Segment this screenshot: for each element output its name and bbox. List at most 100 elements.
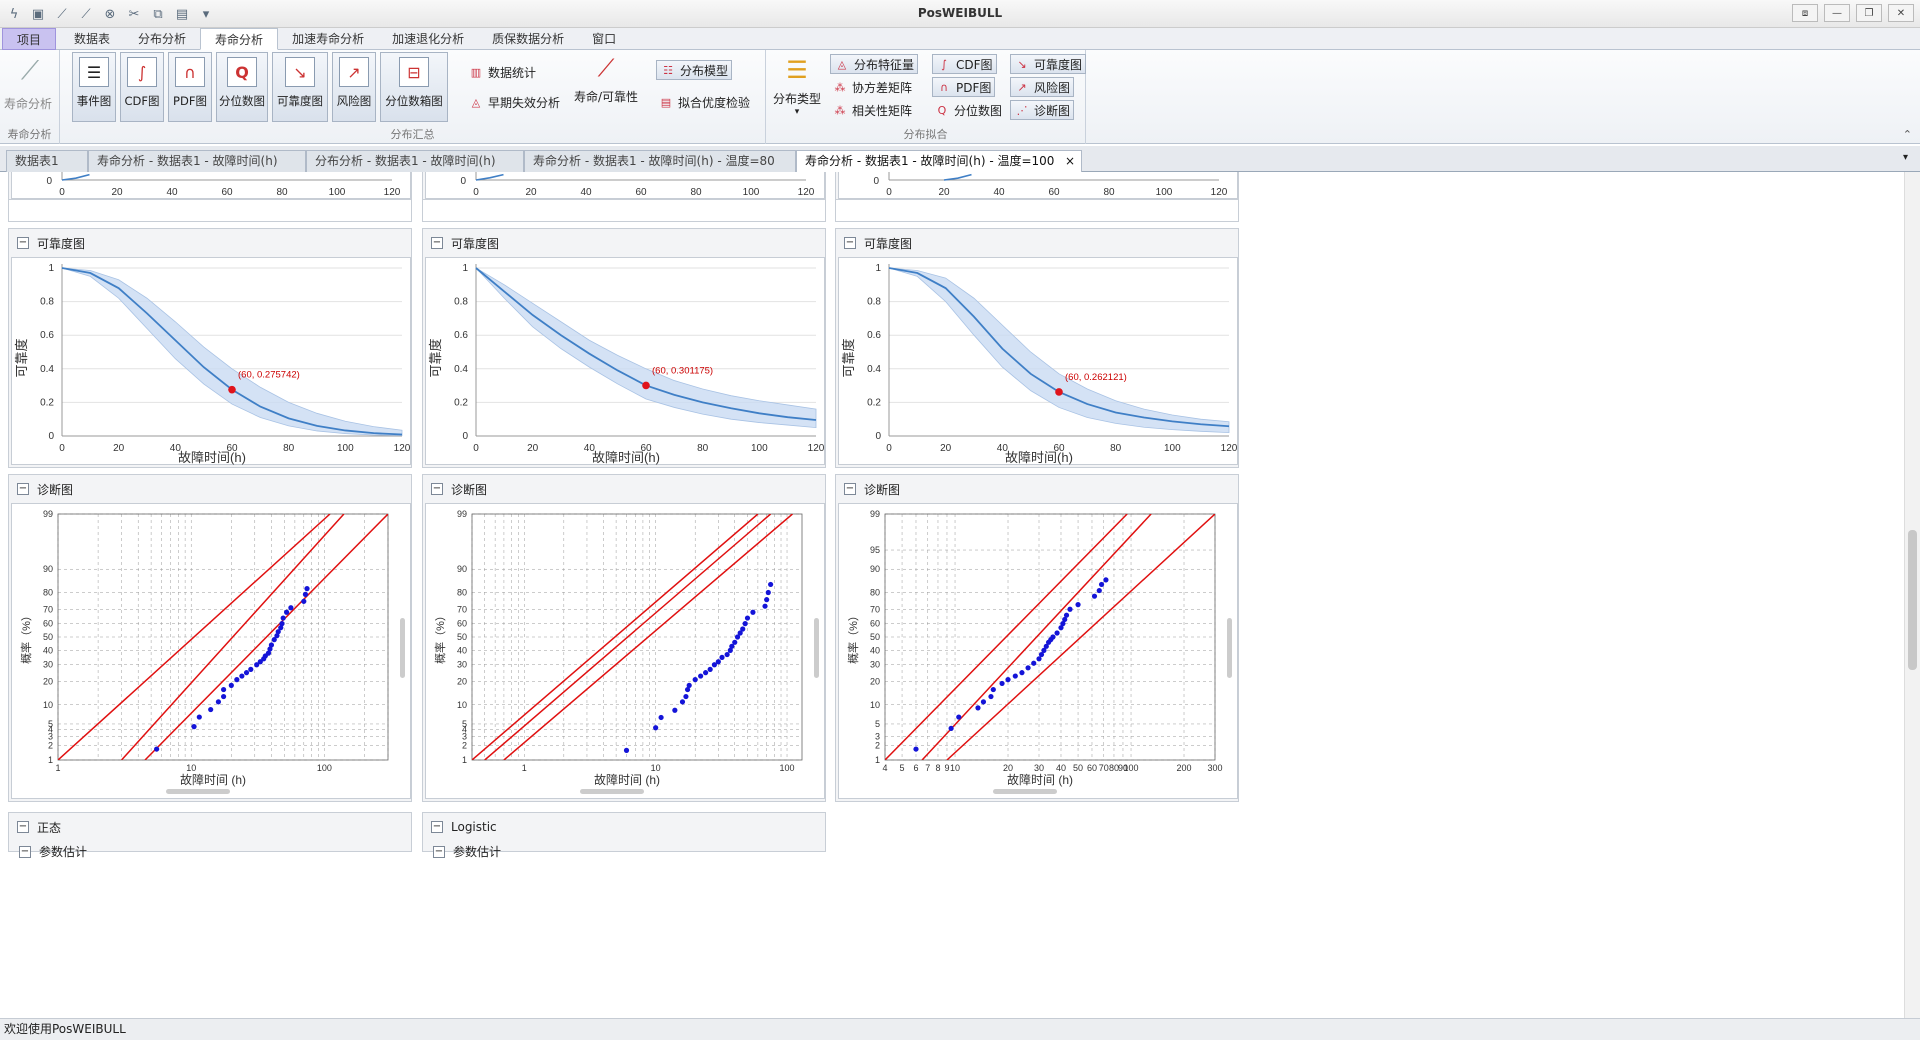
parameter-estimate-subpanel: − 参数估计 [433,843,501,860]
data-point [715,659,721,665]
restore-layout-icon[interactable]: ⧈ [1792,4,1818,22]
chart-horizontal-scroll-thumb[interactable] [166,789,230,794]
x-tick-label: 20 [938,187,950,198]
y-tick-label: 2 [48,741,53,751]
collapse-ribbon-icon[interactable]: ⌃ [1903,128,1912,141]
minimize-icon[interactable]: — [1824,4,1850,22]
pdf-plot-button[interactable]: ∩ PDF图 [168,52,212,122]
life-reliability-button[interactable]: ⟋ 寿命/可靠性 [570,54,642,105]
doc-tab-life-analysis[interactable]: 寿命分析 - 数据表1 - 故障时间(h) [88,150,306,172]
report-content: 0 20 40 60 80 100 120 0− 可靠度图 0 0.2 0.4 0.6 0.8 1 0 20 40… [0,172,1904,1018]
quantile-plot-button[interactable]: Q 分位数图 [216,52,268,122]
fit-pdf-button[interactable]: ∩ PDF图 [932,77,996,97]
parameter-estimate-subpanel: − 参数估计 [19,843,87,860]
cdf-plot-button[interactable]: ∫ CDF图 [120,52,164,122]
y-tick-label: 70 [870,604,880,614]
data-point [765,589,771,596]
collapse-icon[interactable]: − [17,237,29,249]
x-tick-label: 70 [1099,763,1109,773]
data-point [762,603,768,609]
doc-tab-life-analysis-100[interactable]: 寿命分析 - 数据表1 - 故障时间(h) - 温度=100 × [796,150,1082,172]
highlight-point[interactable] [1055,388,1063,396]
collapse-icon[interactable]: − [433,845,445,858]
maximize-icon[interactable]: ❐ [1856,4,1882,22]
vertical-scrollbar[interactable] [1904,172,1920,1018]
tab-life-analysis[interactable]: 寿命分析 [200,28,279,50]
collapse-icon[interactable]: − [17,821,29,833]
x-tick-label: 80 [697,443,709,454]
doc-tab-datatable[interactable]: 数据表1 [6,150,88,172]
goodness-of-fit-button[interactable]: ▤ 拟合优度检验 [658,92,750,112]
data-point [740,626,746,632]
x-tick-label: 4 [882,763,887,773]
correlation-matrix-button[interactable]: ⁂ 相关性矩阵 [832,100,913,120]
chart-vertical-scrollbar[interactable] [812,508,822,788]
y-tick-label: 90 [870,564,880,574]
early-failure-button[interactable]: ◬ 早期失效分析 [468,92,560,112]
y-tick-label: 80 [43,588,53,598]
fit-hazard-button[interactable]: ↗ 风险图 [1010,77,1075,97]
chart-vertical-scroll-thumb[interactable] [400,618,405,678]
y-tick-label: 1 [462,755,467,765]
x-tick-label: 0 [59,187,65,198]
highlight-point[interactable] [228,385,236,394]
quantile-box-plot-button[interactable]: ⊟ 分位数箱图 [380,52,448,122]
tab-list-dropdown-icon[interactable]: ▾ [1903,152,1908,163]
fit-reliability-button[interactable]: ↘ 可靠度图 [1010,54,1087,74]
close-window-icon[interactable]: ✕ [1888,4,1914,22]
tab-distribution[interactable]: 分布分析 [124,28,200,50]
collapse-icon[interactable]: − [19,845,31,858]
vertical-scroll-thumb[interactable] [1908,530,1917,670]
data-point [220,693,227,700]
tab-window[interactable]: 窗口 [578,28,630,50]
data-point [215,699,222,705]
close-tab-icon[interactable]: × [1065,151,1075,171]
event-plot-button[interactable]: ☰ 事件图 [72,52,116,122]
chart-vertical-scroll-thumb[interactable] [1227,618,1232,678]
chart-vertical-scrollbar[interactable] [398,508,408,788]
chart-horizontal-scroll-thumb[interactable] [580,789,644,794]
quantile-small-icon: Q [937,103,947,117]
life-analysis-button[interactable]: ⟋ 寿命分析 [4,56,52,112]
collapse-icon[interactable]: − [431,237,443,249]
collapse-icon[interactable]: − [17,483,29,495]
hazard-plot-button[interactable]: ↗ 风险图 [332,52,376,122]
fit-diagnostic-button[interactable]: ⋰ 诊断图 [1010,100,1075,120]
distribution-features-button[interactable]: ◬ 分布特征量 [830,54,919,74]
collapse-icon[interactable]: − [844,483,856,495]
matrix-icon: ⁂ [834,80,846,94]
collapse-icon[interactable]: − [431,821,443,833]
tab-accelerated-degradation[interactable]: 加速退化分析 [378,28,478,50]
cdf-small-icon: ∫ [941,57,947,71]
chart-vertical-scroll-thumb[interactable] [814,618,819,678]
tab-datatable[interactable]: 数据表 [60,28,124,50]
fit-cdf-button[interactable]: ∫ CDF图 [932,54,997,74]
chart-vertical-scrollbar[interactable] [1225,508,1235,788]
data-statistics-button[interactable]: ▥ 数据统计 [468,62,536,82]
cdf-icon: ∫ [127,57,157,87]
distribution-model-button[interactable]: ☷ 分布模型 [656,60,733,80]
y-axis-title: 概率（%） [433,610,447,664]
chart-horizontal-scrollbar[interactable] [430,787,810,796]
data-point [239,673,245,679]
x-tick-label: 80 [690,187,702,198]
reliability-panel: − 可靠度图 0 0.2 0.4 0.6 0.8 1 0 20 40 60 80 100 120 (60, 0… [8,228,412,468]
covariance-matrix-button[interactable]: ⁂ 协方差矩阵 [832,77,913,97]
tab-warranty[interactable]: 质保数据分析 [478,28,578,50]
doc-tab-distribution-analysis[interactable]: 分布分析 - 数据表1 - 故障时间(h) [306,150,524,172]
doc-tab-life-analysis-80[interactable]: 寿命分析 - 数据表1 - 故障时间(h) - 温度=80 [524,150,796,172]
tab-project[interactable]: 项目 [2,28,57,50]
y-tick-label: 60 [457,619,467,629]
reliability-small-icon: ↘ [1017,57,1027,71]
collapse-icon[interactable]: − [431,483,443,495]
highlight-point[interactable] [642,381,650,390]
data-point [248,666,254,672]
chart-horizontal-scrollbar[interactable] [843,787,1223,796]
tab-accelerated-life[interactable]: 加速寿命分析 [278,28,378,50]
distribution-type-button[interactable]: ☰ 分布类型 ▾ [770,56,824,117]
chart-horizontal-scroll-thumb[interactable] [993,789,1057,794]
reliability-plot-button[interactable]: ↘ 可靠度图 [272,52,328,122]
collapse-icon[interactable]: − [844,237,856,249]
fit-quantile-button[interactable]: Q 分位数图 [934,100,1002,120]
chart-horizontal-scrollbar[interactable] [16,787,396,796]
